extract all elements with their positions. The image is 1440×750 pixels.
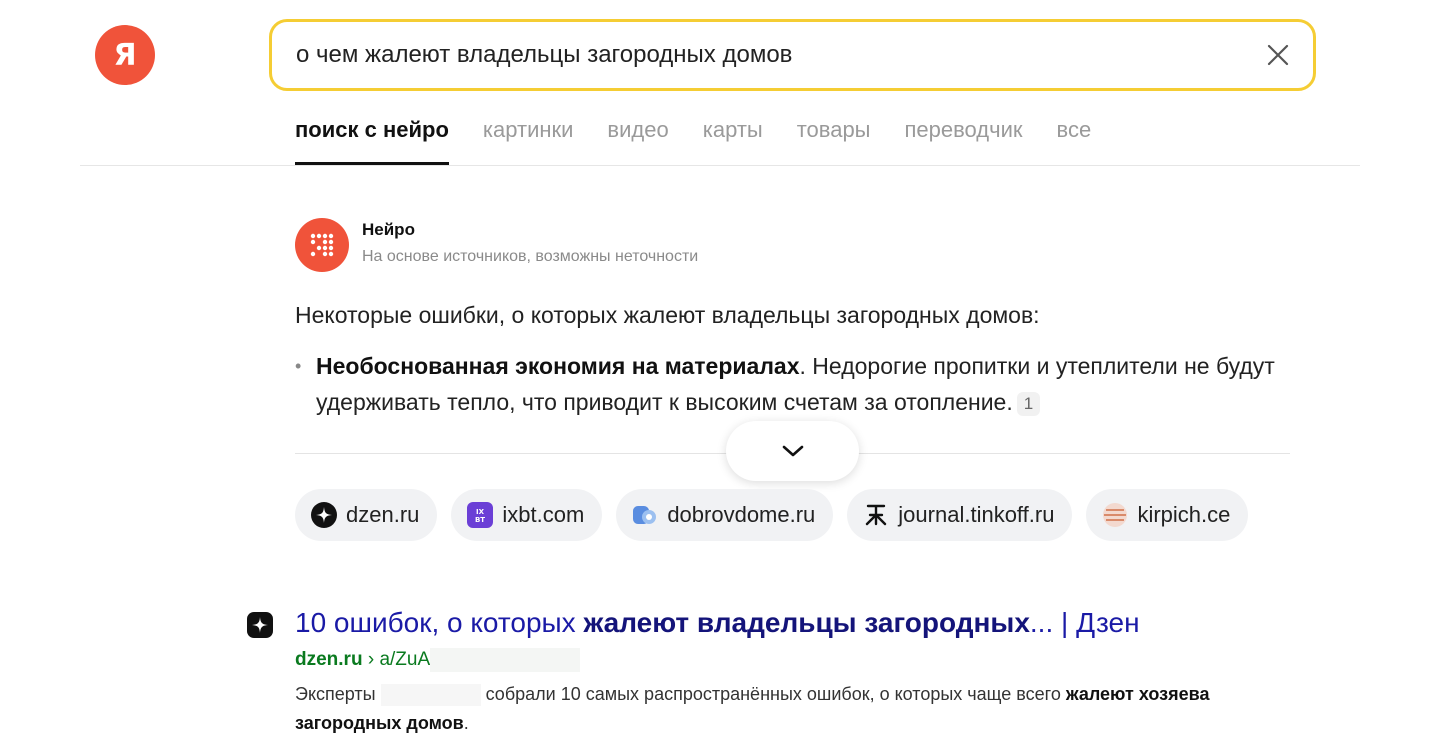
yandex-logo[interactable]: Я	[95, 25, 155, 85]
source-chip-label: dobrovdome.ru	[667, 502, 816, 527]
result-title-bold: жалеют владельцы загородных	[583, 607, 1030, 638]
redacted-area	[380, 684, 481, 707]
snippet-pre: Эксперты	[295, 684, 376, 704]
neuro-subtitle: На основе источников, возможны неточност…	[362, 248, 699, 265]
result-snippet: Эксперты собрали 10 самых распространённ…	[295, 680, 1295, 738]
result-url-sep: ›	[362, 649, 380, 671]
result-title-post: ... | Дзен	[1029, 607, 1140, 638]
svg-text:BT: BT	[475, 516, 485, 524]
kirpich-icon	[1102, 502, 1128, 528]
search-tabs: поиск с нейро картинки видео карты товар…	[295, 112, 1091, 166]
neuro-logo-icon	[310, 233, 334, 257]
tab-products[interactable]: товары	[797, 112, 871, 166]
answer-item-bold: Необоснованная экономия на материалах	[316, 353, 800, 379]
clear-search-button[interactable]	[1265, 42, 1291, 68]
reference-badge[interactable]: 1	[1016, 391, 1041, 416]
tab-neuro-search[interactable]: поиск с нейро	[295, 112, 449, 166]
snippet-mid: собрали 10 самых распространённых ошибок…	[485, 684, 1066, 704]
svg-text:IX: IX	[476, 508, 485, 516]
source-chip-tinkoff[interactable]: journal.tinkoff.ru	[847, 489, 1073, 541]
tabs-divider	[80, 165, 1360, 166]
source-chip-dzen[interactable]: dzen.ru	[295, 489, 438, 541]
answer-list-item: • Необоснованная экономия на материалах.…	[295, 348, 1285, 420]
source-chip-label: dzen.ru	[346, 502, 420, 527]
neuro-avatar	[295, 218, 349, 272]
tab-video[interactable]: видео	[607, 112, 668, 166]
search-input[interactable]	[296, 41, 1236, 69]
dobrovdome-icon	[632, 502, 658, 528]
result-url-domain: dzen.ru	[295, 649, 363, 671]
source-chip-kirpich[interactable]: kirpich.ce	[1086, 489, 1249, 541]
snippet-bold: жалеют	[1065, 684, 1134, 704]
expand-answer-button[interactable]	[726, 421, 859, 481]
tab-maps[interactable]: карты	[703, 112, 763, 166]
answer-intro: Некоторые ошибки, о которых жалеют владе…	[295, 302, 1040, 328]
result-url-path: a/ZuA	[379, 649, 431, 671]
source-chip-label: kirpich.ce	[1137, 502, 1231, 527]
tab-translator[interactable]: переводчик	[905, 112, 1023, 166]
tinkoff-icon	[863, 502, 889, 528]
source-chips: dzen.ru IX BT ixbt.com dobrovdome.ru jour…	[295, 489, 1290, 543]
neuro-title: Нейро	[362, 220, 415, 239]
close-icon	[1267, 44, 1289, 66]
answer-item-text: Необоснованная экономия на материалах. Н…	[295, 348, 1285, 420]
redacted-area	[430, 648, 581, 672]
snippet-post: .	[463, 713, 469, 733]
chevron-down-icon	[782, 445, 803, 457]
ixbt-icon: IX BT	[467, 502, 494, 528]
result-title-pre: 10 ошибок, о которых	[295, 607, 584, 638]
source-chip-label: ixbt.com	[502, 502, 585, 527]
source-chip-ixbt[interactable]: IX BT ixbt.com	[451, 489, 603, 541]
dzen-result-icon	[247, 612, 273, 638]
tab-all[interactable]: все	[1057, 112, 1092, 166]
source-chip-dobrovdome[interactable]: dobrovdome.ru	[616, 489, 834, 541]
dzen-icon	[311, 502, 337, 528]
tab-images[interactable]: картинки	[483, 112, 574, 166]
result-title-link[interactable]: 10 ошибок, о которых жалеют владельцы за…	[295, 607, 1140, 639]
search-box[interactable]	[269, 19, 1316, 91]
bullet: •	[295, 356, 302, 376]
result-url[interactable]: dzen.ru › a/ZuA	[295, 648, 581, 672]
source-chip-label: journal.tinkoff.ru	[898, 502, 1055, 527]
